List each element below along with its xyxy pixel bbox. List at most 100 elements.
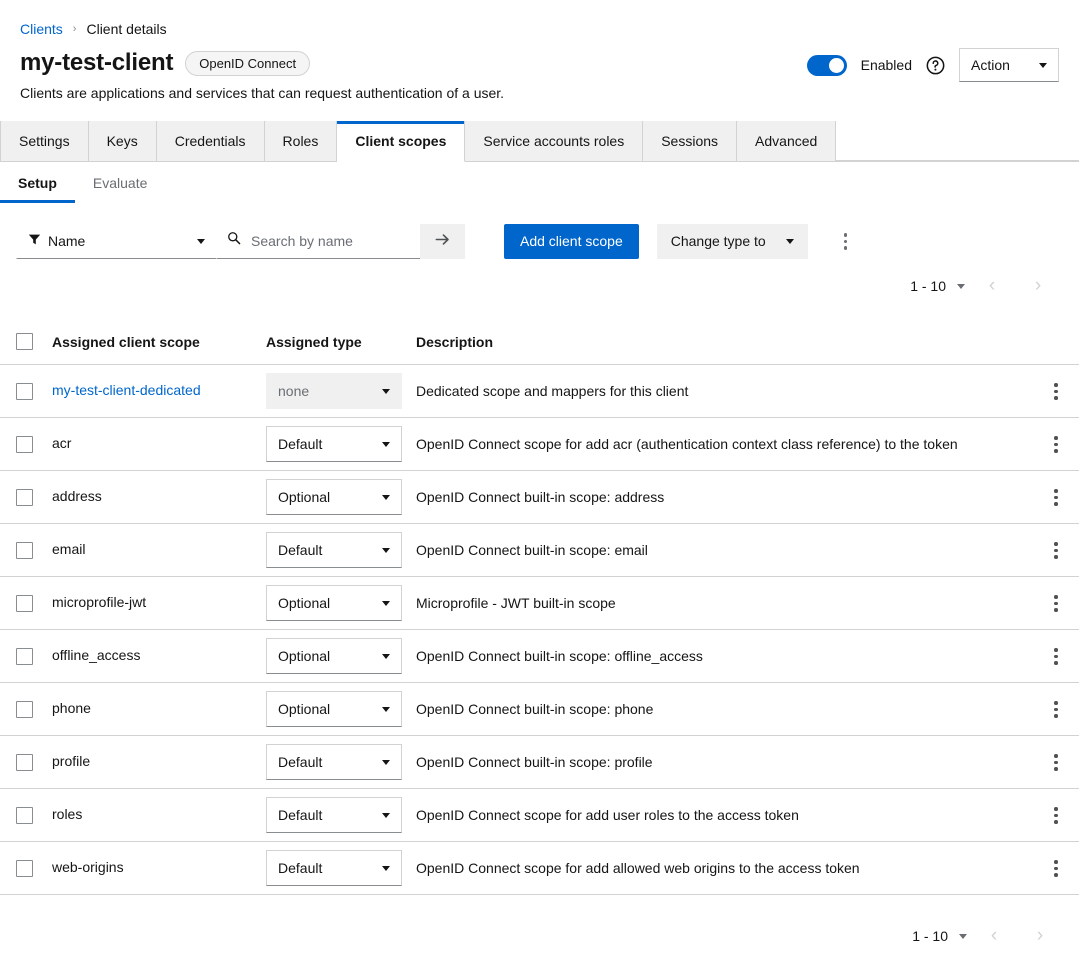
subtab-setup[interactable]: Setup (0, 162, 75, 204)
tab-roles[interactable]: Roles (264, 121, 338, 162)
chevron-down-icon (382, 547, 390, 553)
kebab-vertical-icon (843, 233, 848, 237)
row-actions-cell (1033, 430, 1079, 459)
row-select-cell (16, 700, 52, 718)
pagination-range-dropdown-top[interactable]: 1 - 10 (906, 272, 969, 300)
row-select-cell (16, 541, 52, 559)
tab-client-scopes[interactable]: Client scopes (337, 121, 466, 163)
assigned-type-dropdown[interactable]: Default (266, 426, 402, 463)
scope-name-label: microprofile-jwt (52, 594, 147, 611)
filter-dropdown-label: Name (48, 233, 86, 250)
row-checkbox[interactable] (16, 753, 33, 771)
assigned-type-value: Default (278, 807, 323, 824)
assigned-type-cell: Optional (266, 479, 416, 516)
change-type-dropdown[interactable]: Change type to (656, 223, 808, 259)
pagination-range-dropdown-bottom[interactable]: 1 - 10 (908, 922, 971, 950)
assigned-type-dropdown[interactable]: Optional (266, 479, 402, 516)
assigned-type-dropdown[interactable]: Optional (266, 585, 402, 622)
search-submit-button[interactable] (420, 223, 465, 259)
chevron-down-icon (785, 238, 794, 244)
scope-description: OpenID Connect scope for add acr (authen… (416, 436, 958, 453)
assigned-type-dropdown[interactable]: Optional (266, 638, 402, 675)
breadcrumb-separator-icon: › (72, 22, 77, 35)
assigned-type-dropdown[interactable]: Default (266, 532, 402, 569)
breadcrumb-link-clients[interactable]: Clients (20, 21, 63, 37)
breadcrumb-current: Client details (86, 20, 167, 37)
assigned-type-dropdown[interactable]: Default (266, 850, 402, 887)
row-select-cell (16, 806, 52, 824)
scope-description: OpenID Connect scope for add allowed web… (416, 860, 860, 877)
pagination-prev-button-bottom[interactable]: ‹ (971, 919, 1017, 953)
assigned-type-value: Default (278, 542, 323, 559)
page-title: my-test-client (20, 49, 174, 76)
row-kebab-menu[interactable] (1048, 377, 1064, 406)
primary-tabs: Settings Keys Credentials Roles Client scope… (0, 121, 1079, 163)
scope-name-cell: offline_access (52, 647, 266, 665)
assigned-type-dropdown[interactable]: Default (266, 797, 402, 834)
row-kebab-menu[interactable] (1048, 695, 1064, 724)
tab-service-accounts-roles[interactable]: Service accounts roles (465, 121, 644, 162)
row-kebab-menu[interactable] (1048, 430, 1064, 459)
row-select-cell (16, 435, 52, 453)
row-checkbox[interactable] (16, 488, 33, 506)
row-checkbox[interactable] (16, 382, 33, 400)
action-dropdown[interactable]: Action (959, 48, 1059, 82)
kebab-vertical-icon (1054, 595, 1058, 599)
page-subtitle: Clients are applications and services th… (20, 85, 505, 102)
tab-settings[interactable]: Settings (0, 121, 89, 162)
chevron-down-icon (382, 388, 390, 394)
row-actions-cell (1033, 801, 1079, 830)
row-kebab-menu[interactable] (1048, 536, 1064, 565)
row-actions-cell (1033, 695, 1079, 724)
row-checkbox[interactable] (16, 541, 33, 559)
row-checkbox[interactable] (16, 700, 33, 718)
funnel-icon (28, 233, 41, 249)
assigned-type-dropdown[interactable]: Optional (266, 691, 402, 728)
scope-name-cell: roles (52, 806, 266, 824)
chevron-down-icon (382, 865, 390, 871)
row-checkbox[interactable] (16, 647, 33, 665)
row-checkbox[interactable] (16, 859, 33, 877)
add-client-scope-button[interactable]: Add client scope (504, 223, 639, 259)
row-checkbox[interactable] (16, 594, 33, 612)
tab-credentials[interactable]: Credentials (156, 121, 265, 162)
chevron-down-icon (382, 653, 390, 659)
row-kebab-menu[interactable] (1048, 854, 1064, 883)
chevron-down-icon (197, 238, 205, 244)
filter-dropdown[interactable]: Name (16, 223, 217, 259)
tab-keys[interactable]: Keys (88, 121, 157, 162)
scope-name-cell: address (52, 488, 266, 506)
assigned-type-dropdown[interactable]: Default (266, 744, 402, 781)
search-input[interactable] (249, 231, 410, 250)
assigned-type-cell: Default (266, 532, 416, 569)
assigned-type-value: Default (278, 436, 323, 453)
toolbar-kebab-menu[interactable] (828, 224, 864, 259)
row-actions-cell (1033, 642, 1079, 671)
row-checkbox[interactable] (16, 806, 33, 824)
row-actions-cell (1033, 536, 1079, 565)
pagination-next-button-top[interactable]: › (1015, 269, 1061, 303)
table-row: my-test-client-dedicated none Dedicated sc… (0, 365, 1079, 419)
help-circle-icon[interactable] (926, 56, 945, 75)
row-kebab-menu[interactable] (1048, 801, 1064, 830)
scope-name-link[interactable]: my-test-client-dedicated (52, 382, 201, 398)
tab-advanced[interactable]: Advanced (737, 121, 837, 162)
pagination-prev-button-top[interactable]: ‹ (969, 269, 1015, 303)
assigned-type-cell: Default (266, 797, 416, 834)
breadcrumb: Clients › Client details (0, 0, 1079, 38)
search-icon (227, 231, 241, 250)
row-kebab-menu[interactable] (1048, 483, 1064, 512)
row-checkbox[interactable] (16, 435, 33, 453)
search-field[interactable] (217, 223, 420, 259)
pagination-next-button-bottom[interactable]: › (1017, 919, 1063, 953)
tab-sessions[interactable]: Sessions (643, 121, 738, 162)
select-all-checkbox[interactable] (16, 333, 33, 351)
row-kebab-menu[interactable] (1048, 748, 1064, 777)
row-actions-cell (1033, 854, 1079, 883)
assigned-type-value: Default (278, 754, 323, 771)
row-kebab-menu[interactable] (1048, 642, 1064, 671)
row-kebab-menu[interactable] (1048, 589, 1064, 618)
scope-description: Dedicated scope and mappers for this cli… (416, 383, 689, 400)
enabled-toggle[interactable] (806, 54, 847, 76)
subtab-evaluate[interactable]: Evaluate (75, 162, 165, 203)
